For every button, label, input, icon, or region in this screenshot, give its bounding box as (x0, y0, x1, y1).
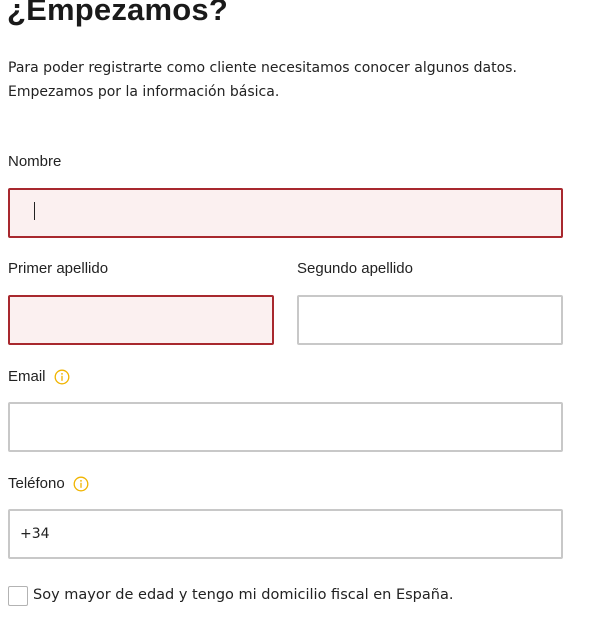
info-icon[interactable] (54, 369, 70, 385)
info-icon[interactable] (73, 476, 89, 492)
email-input[interactable] (8, 402, 563, 452)
telefono-label: Teléfono (8, 474, 89, 492)
page-title: ¿Empezamos? (7, 0, 228, 27)
nombre-input[interactable] (8, 188, 563, 238)
email-label-text: Email (8, 367, 46, 385)
telefono-label-text: Teléfono (8, 474, 65, 492)
primer-apellido-input[interactable] (8, 295, 274, 345)
intro-line-1: Para poder registrarte como cliente nece… (8, 60, 517, 76)
segundo-apellido-input[interactable] (297, 295, 563, 345)
primer-apellido-label: Primer apellido (8, 260, 108, 277)
email-label: Email (8, 367, 70, 385)
age-checkbox-label[interactable]: Soy mayor de edad y tengo mi domicilio f… (33, 587, 453, 603)
telefono-input[interactable] (8, 509, 563, 559)
intro-line-2: Empezamos por la información básica. (8, 84, 280, 100)
segundo-apellido-label: Segundo apellido (297, 260, 413, 277)
intro-text: Para poder registrarte como cliente nece… (8, 56, 517, 104)
nombre-label: Nombre (8, 153, 61, 170)
primer-apellido-label-text: Primer apellido (8, 260, 109, 277)
age-checkbox[interactable] (8, 586, 28, 606)
registration-page: ¿Empezamos? Para poder registrarte como … (0, 0, 613, 621)
nombre-label-text: Nombre (8, 153, 62, 170)
segundo-apellido-label-text: Segundo apellido (297, 260, 413, 277)
